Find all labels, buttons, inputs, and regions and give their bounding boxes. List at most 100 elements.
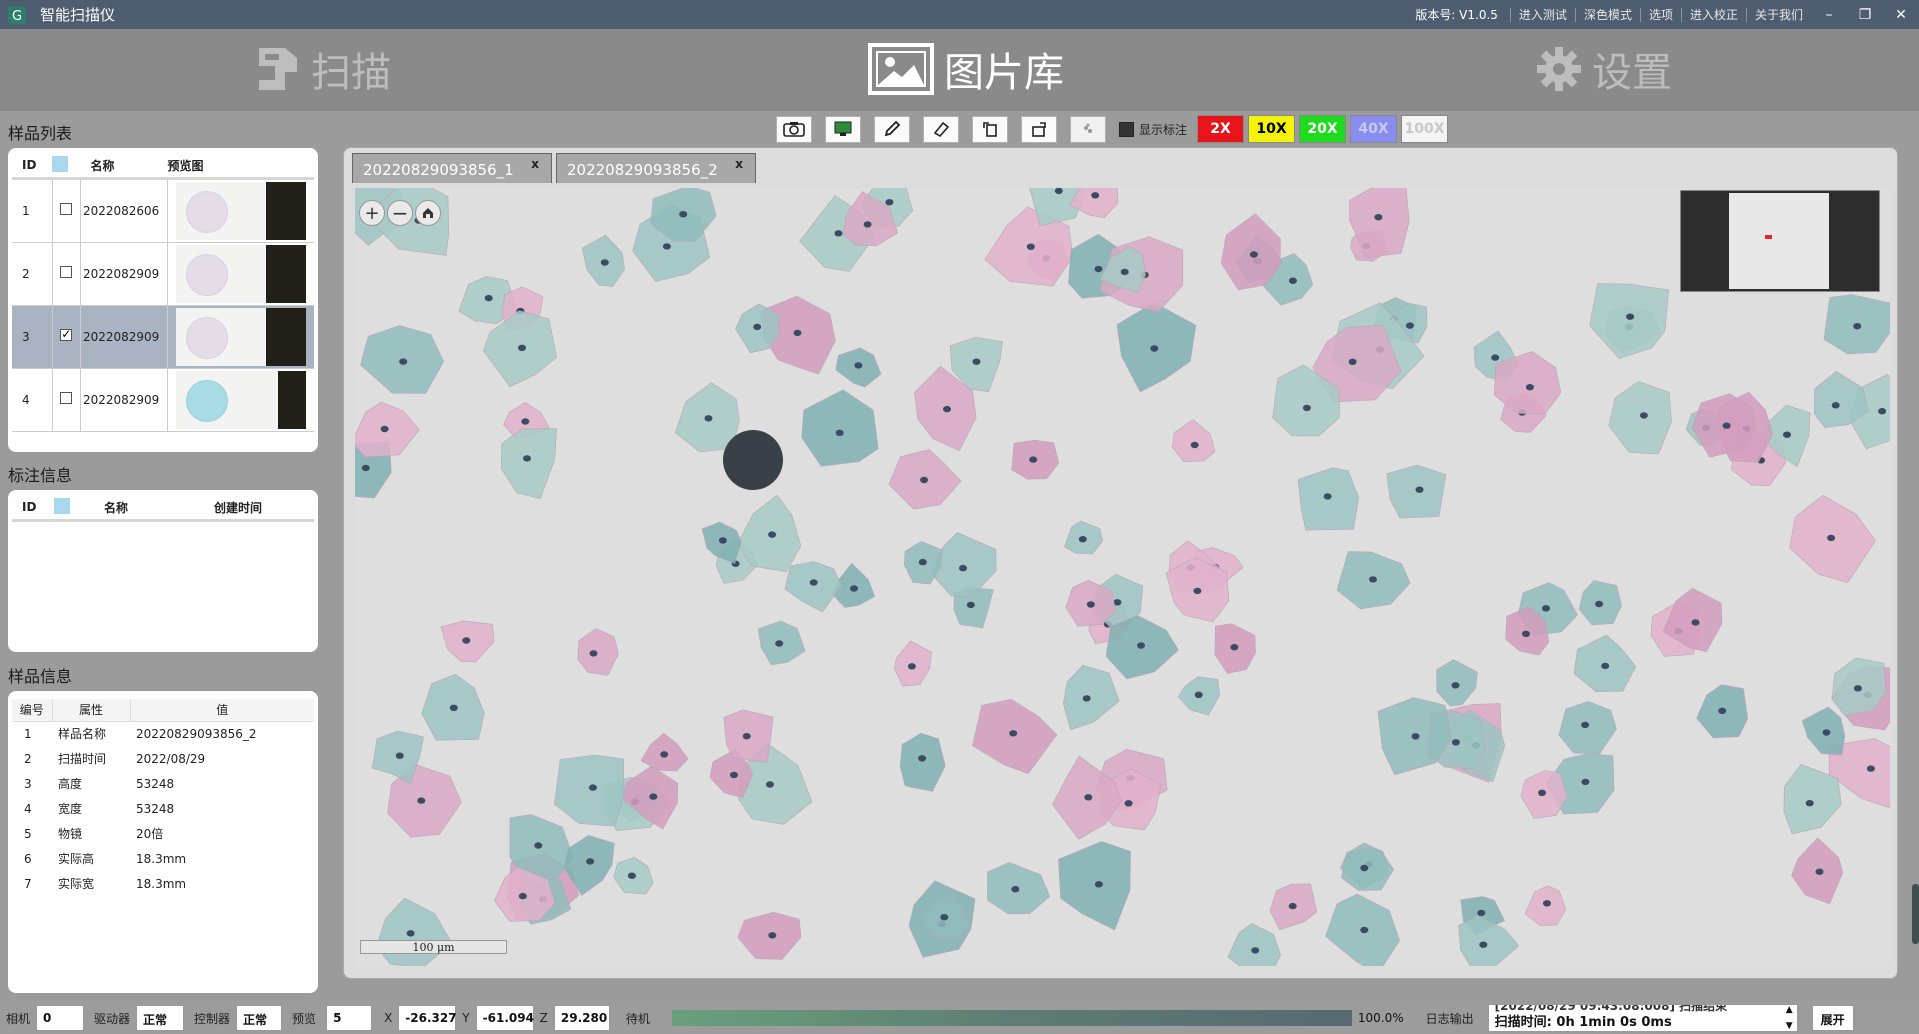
cell-nucleus xyxy=(1091,192,1100,199)
minimize-button[interactable]: – xyxy=(1811,7,1847,23)
rotate-left-icon xyxy=(983,122,997,137)
col-no: 编号 xyxy=(12,699,53,722)
cell xyxy=(1608,381,1672,455)
annotation-title: 标注信息 xyxy=(8,466,73,485)
tab-close-button[interactable]: x xyxy=(531,157,539,171)
show-annotation-label: 显示标注 xyxy=(1139,122,1188,137)
mag-20x-button[interactable]: 20X xyxy=(1299,115,1347,143)
cell xyxy=(899,732,946,792)
info-value: 20220829093856_2 xyxy=(136,726,257,741)
reset-view-button[interactable] xyxy=(415,200,441,226)
preview-thumbnail xyxy=(176,370,306,429)
minimap[interactable] xyxy=(1680,190,1880,292)
tab-sample-1[interactable]: 20220829093856_1 x xyxy=(352,153,552,183)
col-check[interactable] xyxy=(54,496,104,522)
annotation-table: ID 名称 创建时间 xyxy=(12,496,314,522)
info-no: 5 xyxy=(24,826,32,841)
table-row-selected[interactable]: 3 2022082909 xyxy=(12,305,314,369)
cell xyxy=(500,428,557,499)
nav-gallery-label: 图片库 xyxy=(944,50,1064,96)
expand-log-button[interactable]: 展开 xyxy=(1811,1005,1854,1031)
cell-nucleus xyxy=(742,733,751,740)
row-preview[interactable] xyxy=(167,305,314,369)
row-checkbox[interactable] xyxy=(52,242,81,306)
row-name: 2022082909 xyxy=(80,242,169,306)
x-value[interactable]: -26.327 xyxy=(398,1005,457,1031)
mag-40x-button[interactable]: 40X xyxy=(1350,115,1398,143)
nav-scan[interactable]: 扫描 xyxy=(255,39,391,99)
y-value[interactable]: -61.094 xyxy=(475,1005,534,1031)
row-preview[interactable] xyxy=(167,368,314,432)
preview-label: 预览 xyxy=(292,1011,317,1026)
tab-close-button[interactable]: x xyxy=(735,157,743,171)
col-check[interactable] xyxy=(52,154,81,180)
cell-nucleus xyxy=(1626,313,1635,320)
row-preview[interactable] xyxy=(167,178,314,243)
monitor-button[interactable] xyxy=(825,115,861,143)
row-checkbox[interactable] xyxy=(52,178,81,243)
cell-nucleus xyxy=(1601,662,1610,670)
table-row[interactable]: 2 2022082909 xyxy=(12,242,314,306)
menu-about[interactable]: 关于我们 xyxy=(1745,7,1811,22)
cell-nucleus xyxy=(918,755,927,762)
nav-gallery[interactable]: 图片库 xyxy=(868,39,1064,99)
info-value: 53248 xyxy=(136,776,175,791)
z-value[interactable]: 29.280 xyxy=(553,1005,610,1031)
microscope-image[interactable]: + − 100 μm xyxy=(355,188,1890,966)
menu-options[interactable]: 选项 xyxy=(1639,7,1681,22)
cell-nucleus xyxy=(588,784,597,791)
cell-nucleus xyxy=(1522,630,1530,637)
image-viewer: 20220829093856_1 x 20220829093856_2 x + … xyxy=(343,147,1898,979)
cell-detect-button[interactable] xyxy=(1070,115,1106,143)
menu-enter-test[interactable]: 进入测试 xyxy=(1509,7,1575,22)
draw-button[interactable] xyxy=(874,115,910,143)
close-button[interactable]: ✕ xyxy=(1883,7,1919,23)
row-checkbox[interactable] xyxy=(52,305,81,369)
nav-settings[interactable]: 设置 xyxy=(1536,39,1672,99)
log-label: 日志输出 xyxy=(1425,1011,1474,1026)
snapshot-button[interactable] xyxy=(776,115,812,143)
camera-label: 相机 xyxy=(6,1011,31,1026)
cell-nucleus xyxy=(1026,243,1035,250)
row-name: 2022082909 xyxy=(80,368,169,432)
tab-sample-2[interactable]: 20220829093856_2 x xyxy=(556,153,756,183)
mag-2x-button[interactable]: 2X xyxy=(1197,115,1245,143)
row-checkbox[interactable] xyxy=(52,368,81,432)
log-scroll-up-icon[interactable]: ▲ xyxy=(1786,1005,1793,1015)
sample-list-title: 样品列表 xyxy=(8,124,73,143)
cell-nucleus xyxy=(1718,707,1727,714)
log-scroll-down-icon[interactable]: ▼ xyxy=(1786,1021,1793,1031)
cell-nucleus xyxy=(863,221,872,228)
table-row[interactable]: 4 2022082909 xyxy=(12,368,314,432)
erase-button[interactable] xyxy=(923,115,959,143)
restore-button[interactable]: ❐ xyxy=(1847,7,1883,23)
table-row[interactable]: 1 2022082606 xyxy=(12,178,314,243)
menu-dark-mode[interactable]: 深色模式 xyxy=(1574,7,1640,22)
rotate-right-button[interactable] xyxy=(1021,115,1057,143)
cell-nucleus xyxy=(1082,695,1091,702)
rotate-left-button[interactable] xyxy=(972,115,1008,143)
cell-nucleus xyxy=(1348,358,1357,365)
row-id: 1 xyxy=(12,178,53,243)
log-output[interactable]: [2022/08/29 09:43:08:008] 扫描结束 扫描时间: 0h … xyxy=(1487,1004,1798,1032)
preview-value[interactable]: 5 xyxy=(326,1005,373,1031)
mag-100x-button[interactable]: 100X xyxy=(1401,115,1449,143)
cell-nucleus xyxy=(679,211,688,218)
table-row: 5 物镜 20倍 xyxy=(12,821,314,846)
cell-nucleus xyxy=(1491,354,1500,361)
cell-nucleus xyxy=(1137,642,1145,649)
cell-nucleus xyxy=(1451,682,1460,689)
log-previous-line: [2022/08/29 09:43:08:008] 扫描结束 xyxy=(1494,1004,1728,1013)
cell-nucleus xyxy=(959,564,967,572)
cell-nucleus xyxy=(395,752,404,759)
row-name: 2022082909 xyxy=(80,305,169,369)
zoom-in-button[interactable]: + xyxy=(359,200,385,226)
cell-nucleus xyxy=(1783,431,1791,438)
show-annotation-checkbox[interactable] xyxy=(1119,121,1134,137)
menu-calibration[interactable]: 进入校正 xyxy=(1680,7,1746,22)
tab-label: 20220829093856_2 xyxy=(567,161,718,179)
side-scroll-handle[interactable] xyxy=(1912,884,1919,944)
zoom-out-button[interactable]: − xyxy=(387,200,413,226)
mag-10x-button[interactable]: 10X xyxy=(1248,115,1296,143)
row-preview[interactable] xyxy=(167,242,314,306)
